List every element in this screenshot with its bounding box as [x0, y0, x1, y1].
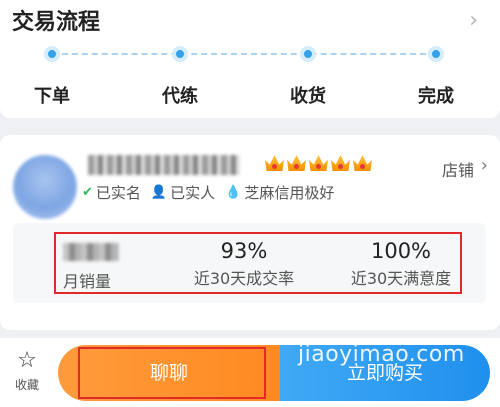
step-label: 完成 [418, 86, 454, 107]
trade-process-title: 交易流程 [12, 10, 101, 35]
badge-label: 已实名 [95, 184, 141, 202]
process-step-boost: 代练 [140, 46, 220, 108]
watermark: jiaoyimao.com [298, 342, 465, 367]
crown-icon [287, 155, 306, 171]
shield-check-icon: ✔ [82, 185, 93, 200]
trade-process-card: 交易流程 › 下单 代练 收货 完成 [0, 0, 500, 118]
stat-deal-rate: 93% 近30天成交率 [189, 239, 299, 289]
person-icon: 👤 [150, 185, 168, 200]
step-dot-icon [300, 46, 316, 62]
badge-sesame-credit: 💧 芝麻信用极好 [225, 182, 334, 203]
stat-value: 100% [370, 239, 432, 263]
step-dot-icon [172, 46, 188, 62]
badge-real-name: ✔ 已实名 [82, 182, 141, 203]
chevron-right-icon[interactable]: › [481, 155, 488, 176]
process-step-receive: 收货 [268, 46, 348, 108]
store-link[interactable]: 店铺 [442, 157, 474, 181]
stat-label: 月销量 [63, 272, 112, 291]
process-step-complete: 完成 [396, 46, 476, 108]
crown-icon [353, 155, 372, 171]
stat-satisfaction: 100% 近30天满意度 [343, 239, 459, 289]
step-label: 收货 [290, 86, 326, 107]
highlight-frame [78, 347, 266, 399]
step-label: 代练 [162, 86, 198, 107]
favorite-button[interactable]: ☆ 收藏 [12, 350, 42, 393]
stat-value: 93% [220, 239, 268, 263]
shop-stats: 月销量 93% 近30天成交率 100% 近30天满意度 [13, 223, 486, 303]
shop-info-card: 店铺 › ✔ 已实名 👤 已实人 💧 芝麻信用极好 月销量 93% 近30天成交… [0, 135, 500, 330]
stat-label: 近30天满意度 [350, 269, 452, 288]
process-step-order: 下单 [12, 46, 92, 108]
favorite-label: 收藏 [14, 378, 39, 392]
stat-label: 近30天成交率 [193, 269, 295, 288]
monthly-sales-value-blurred [63, 243, 119, 261]
step-dot-icon [428, 46, 444, 62]
crown-rating [265, 155, 372, 171]
crown-icon [309, 155, 328, 171]
badge-real-person: 👤 已实人 [151, 182, 215, 203]
chevron-right-icon[interactable]: › [469, 8, 478, 33]
crown-icon [265, 155, 284, 171]
shop-name-blurred [88, 155, 240, 175]
flame-icon: 💧 [225, 185, 242, 200]
avatar[interactable] [13, 155, 77, 219]
badge-label: 芝麻信用极好 [244, 184, 335, 202]
badge-label: 已实人 [170, 184, 216, 202]
step-label: 下单 [34, 86, 70, 107]
star-icon: ☆ [17, 348, 37, 373]
step-dot-icon [44, 46, 60, 62]
crown-icon [331, 155, 350, 171]
process-track [52, 53, 436, 55]
stat-monthly-sales: 月销量 [63, 239, 119, 292]
verification-badges: ✔ 已实名 👤 已实人 💧 芝麻信用极好 [82, 182, 334, 203]
